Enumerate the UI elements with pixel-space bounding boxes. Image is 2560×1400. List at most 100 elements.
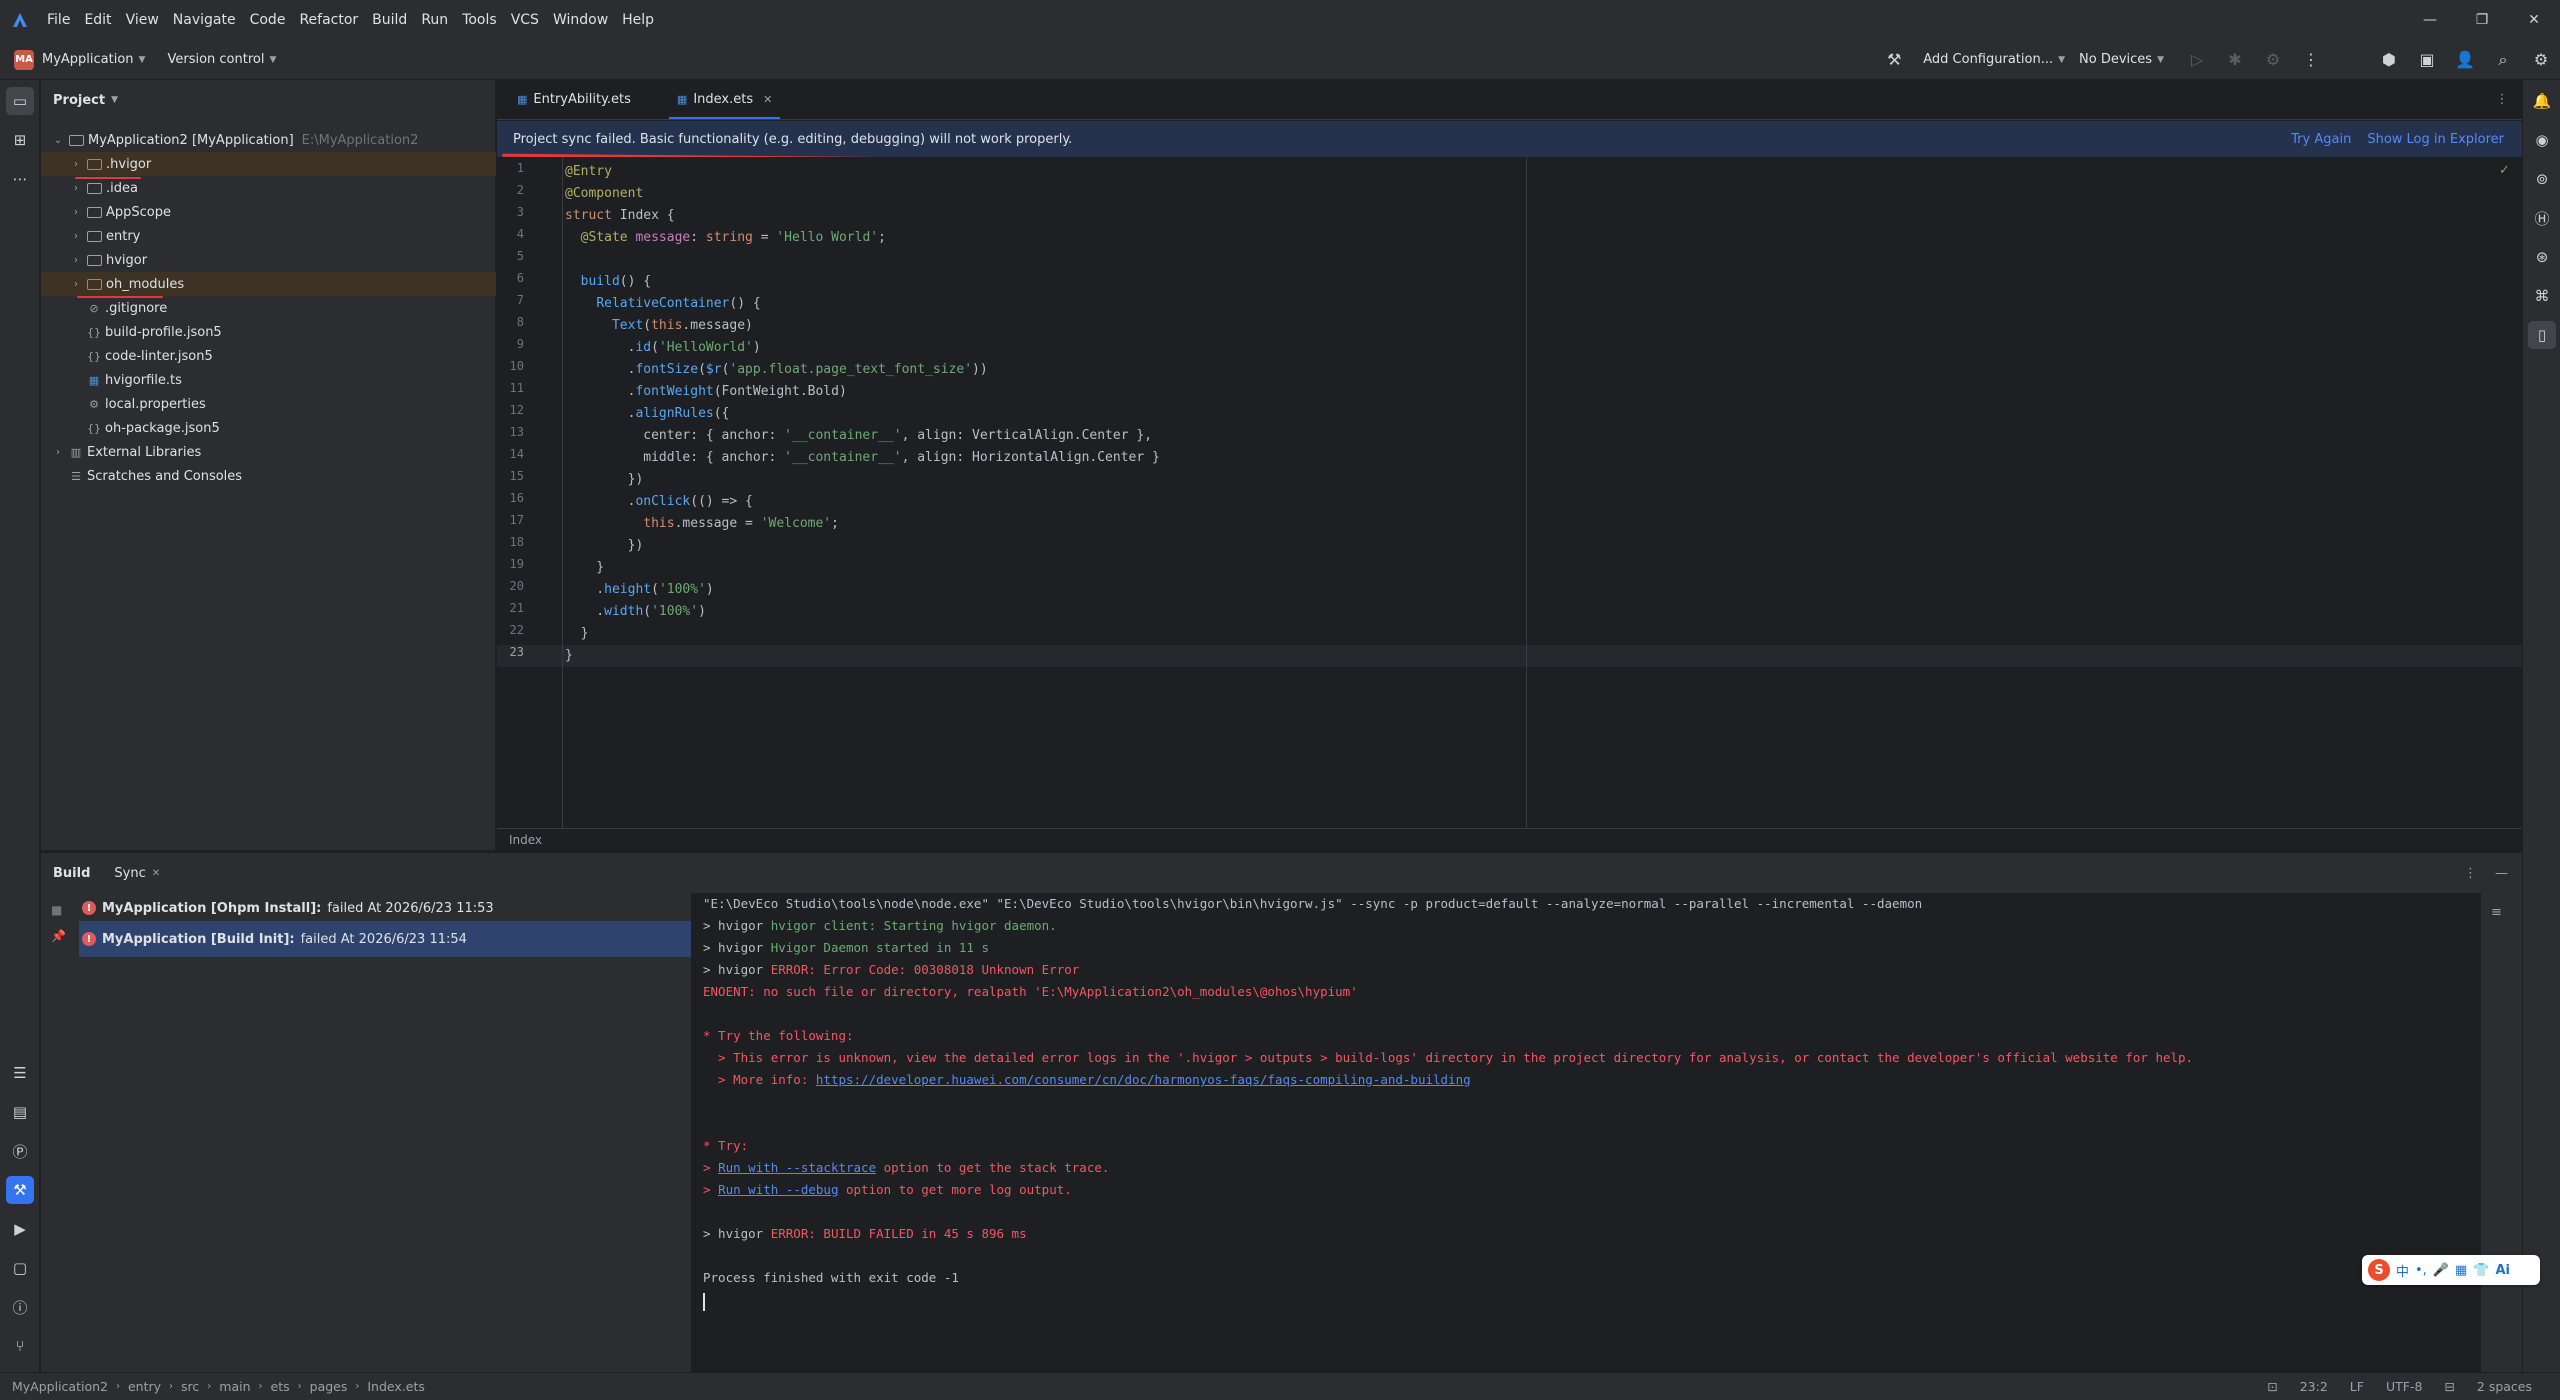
problems-tool-icon[interactable]: ⓘ <box>6 1293 34 1321</box>
debug-link[interactable]: Run with --debug <box>718 1182 838 1197</box>
menu-build[interactable]: Build <box>365 0 414 40</box>
profile-icon[interactable]: ⚙ <box>2254 40 2292 80</box>
indent-setting[interactable]: 2 spaces <box>2477 1379 2532 1394</box>
ime-language-toggle[interactable]: 中 <box>2396 1261 2409 1280</box>
menu-tools[interactable]: Tools <box>455 0 504 40</box>
git-tool-icon[interactable]: ⑂ <box>6 1332 34 1360</box>
breadcrumb-item[interactable]: Index <box>509 833 542 847</box>
tree-item-hvigorfile[interactable]: ▦ hvigorfile.ts <box>41 368 496 392</box>
settings-icon[interactable]: ⚙ <box>2522 40 2560 80</box>
ai-assistant-icon[interactable]: ⊛ <box>2528 243 2556 271</box>
status-breadcrumb-item[interactable]: main <box>219 1379 250 1394</box>
menu-window[interactable]: Window <box>546 0 615 40</box>
menu-file[interactable]: File <box>40 0 77 40</box>
pin-icon[interactable]: 📌 <box>51 929 66 943</box>
close-icon[interactable]: ✕ <box>2508 0 2560 40</box>
chevron-right-icon[interactable]: › <box>69 255 83 266</box>
chevron-right-icon[interactable]: › <box>69 207 83 218</box>
menu-vcs[interactable]: VCS <box>504 0 546 40</box>
minimize-icon[interactable]: — <box>2404 0 2456 40</box>
line-separator[interactable]: LF <box>2350 1379 2364 1394</box>
chevron-right-icon[interactable]: › <box>51 447 65 458</box>
terminal-tool-icon[interactable]: ▢ <box>6 1254 34 1282</box>
more-icon[interactable]: ⋮ <box>2464 866 2477 881</box>
tab-sync[interactable]: Sync ✕ <box>114 866 160 881</box>
chevron-right-icon[interactable]: › <box>69 279 83 290</box>
tab-options-icon[interactable]: ⋮ <box>2482 79 2522 119</box>
more-icon[interactable]: ⋮ <box>2292 40 2330 80</box>
menu-help[interactable]: Help <box>615 0 661 40</box>
notifications-icon[interactable]: 🔔 <box>2528 87 2556 115</box>
tab-entryability[interactable]: ▦ EntryAbility.ets <box>503 79 645 119</box>
tree-item-appscope[interactable]: › AppScope <box>41 200 496 224</box>
sogou-logo[interactable]: S <box>2368 1259 2390 1281</box>
tree-item-hvigor[interactable]: › hvigor <box>41 248 496 272</box>
project-selector[interactable]: MyApplication ▼ <box>42 52 145 67</box>
status-breadcrumb-item[interactable]: entry <box>128 1379 161 1394</box>
microphone-icon[interactable]: 🎤 <box>2433 1263 2449 1278</box>
minimize-panel-icon[interactable]: — <box>2495 866 2508 881</box>
tree-item-entry[interactable]: › entry <box>41 224 496 248</box>
tree-item-idea[interactable]: › .idea <box>41 176 496 200</box>
build-console[interactable]: "E:\DevEco Studio\tools\node\node.exe" "… <box>691 893 2481 1373</box>
chevron-down-icon[interactable]: ⌄ <box>51 135 65 146</box>
project-tool-icon[interactable]: ▭ <box>6 87 34 115</box>
hammer-icon[interactable]: ⚒ <box>1875 40 1913 80</box>
chevron-right-icon[interactable]: › <box>69 231 83 242</box>
more-info-link[interactable]: https://developer.huawei.com/consumer/cn… <box>816 1072 1471 1087</box>
file-encoding[interactable]: UTF-8 <box>2386 1379 2422 1394</box>
search-icon[interactable]: ⌕ <box>2484 40 2522 80</box>
device-preview-icon[interactable]: ▯ <box>2528 321 2556 349</box>
run-tool-icon[interactable]: ▶ <box>6 1215 34 1243</box>
more-tools-icon[interactable]: ⋯ <box>6 165 34 193</box>
status-breadcrumb-item[interactable]: Index.ets <box>367 1379 425 1394</box>
tree-item-local-properties[interactable]: ⚙ local.properties <box>41 392 496 416</box>
skin-icon[interactable]: 👕 <box>2473 1263 2489 1278</box>
menu-run[interactable]: Run <box>414 0 455 40</box>
todo-tool-icon[interactable]: ☰ <box>6 1059 34 1087</box>
ime-ai-button[interactable]: Ai <box>2496 1263 2511 1278</box>
app-inspector-icon[interactable]: ⌘ <box>2528 282 2556 310</box>
tree-item-hvigor-hidden[interactable]: › .hvigor <box>41 152 496 176</box>
codegenie-icon[interactable]: ⊚ <box>2528 165 2556 193</box>
menu-edit[interactable]: Edit <box>77 0 118 40</box>
run-icon[interactable]: ▷ <box>2178 40 2216 80</box>
tree-item-external-libraries[interactable]: › ▥ External Libraries <box>41 440 496 464</box>
checkmark-icon[interactable]: ✓ <box>2499 163 2510 178</box>
close-tab-icon[interactable]: ✕ <box>152 868 160 879</box>
tab-index[interactable]: ▦ Index.ets ✕ <box>663 79 786 119</box>
profiler-tool-icon[interactable]: Ⓟ <box>6 1137 34 1165</box>
tree-item-gitignore[interactable]: ⊘ .gitignore <box>41 296 496 320</box>
status-breadcrumb-item[interactable]: pages <box>310 1379 348 1394</box>
menu-navigate[interactable]: Navigate <box>166 0 243 40</box>
ime-punctuation-toggle[interactable]: •, <box>2415 1263 2427 1278</box>
menu-view[interactable]: View <box>119 0 166 40</box>
tree-item-scratches[interactable]: ☰ Scratches and Consoles <box>41 464 496 488</box>
plugin-icon[interactable]: ⬢ <box>2370 40 2408 80</box>
layout-tool-icon[interactable]: ▤ <box>6 1098 34 1126</box>
restore-icon[interactable]: ❐ <box>2456 0 2508 40</box>
tree-item-code-linter[interactable]: {} code-linter.json5 <box>41 344 496 368</box>
stop-icon[interactable]: ■ <box>51 903 62 917</box>
structure-tool-icon[interactable]: ⊞ <box>6 126 34 154</box>
menu-refactor[interactable]: Refactor <box>292 0 365 40</box>
stacktrace-link[interactable]: Run with --stacktrace <box>718 1160 876 1175</box>
harmony-icon[interactable]: Ⓗ <box>2528 204 2556 232</box>
project-panel-header[interactable]: Project ▼ <box>41 80 495 120</box>
soft-wrap-icon[interactable]: ≡ <box>2491 905 2502 920</box>
account-icon[interactable]: 👤 <box>2446 40 2484 80</box>
cursor-position[interactable]: 23:2 <box>2300 1379 2328 1394</box>
run-configuration-dropdown[interactable]: Add Configuration... ▼ <box>1923 52 2065 67</box>
tree-item-oh-package[interactable]: {} oh-package.json5 <box>41 416 496 440</box>
show-log-link[interactable]: Show Log in Explorer <box>2367 132 2504 147</box>
chevron-right-icon[interactable]: › <box>69 159 83 170</box>
device-dropdown[interactable]: No Devices ▼ <box>2079 52 2164 67</box>
chevron-right-icon[interactable]: › <box>69 183 83 194</box>
lock-icon[interactable]: ⊟ <box>2444 1379 2454 1394</box>
code-editor[interactable]: 1 2 3 4 5 6 7 8 9 10 11 12 13 14 15 16 17 18 19 20 21 22 23 ✓ … <box>497 157 2522 828</box>
build-tree-item-ohpm[interactable]: ! MyApplication [Ohpm Install]: failed A… <box>79 895 691 921</box>
build-tool-icon[interactable]: ⚒ <box>6 1176 34 1204</box>
device-manager-icon[interactable]: ▣ <box>2408 40 2446 80</box>
build-tree-item-init[interactable]: ! MyApplication [Build Init]: failed At … <box>79 921 691 957</box>
debug-icon[interactable]: ✱ <box>2216 40 2254 80</box>
